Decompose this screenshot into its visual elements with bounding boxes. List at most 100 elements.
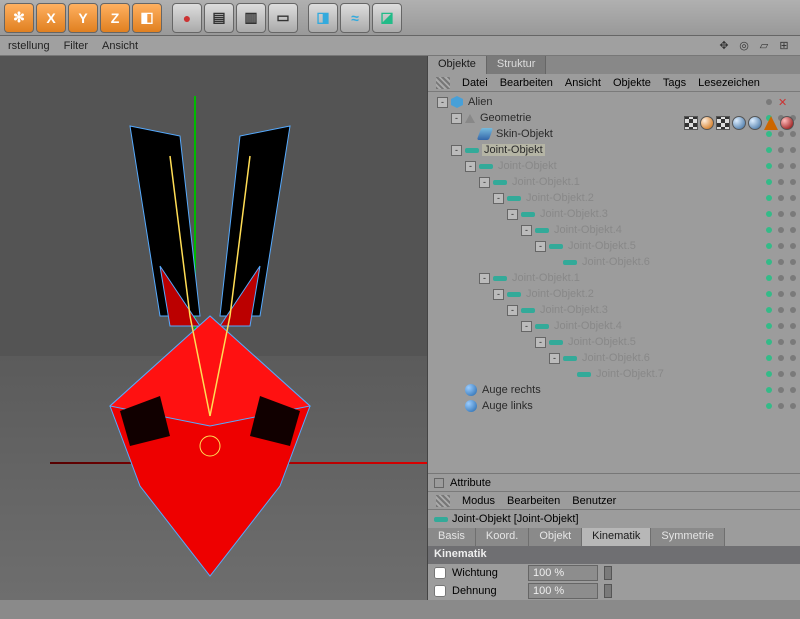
tag-texture-icon[interactable] (684, 116, 698, 130)
tree-row[interactable]: -Joint-Objekt (430, 158, 798, 174)
bone-icon (535, 324, 549, 329)
axis-y-button[interactable]: Y (68, 3, 98, 33)
tree-row[interactable]: -Joint-Objekt.3 (430, 302, 798, 318)
menu-item[interactable]: Lesezeichen (698, 77, 760, 89)
spline-button[interactable]: ≈ (340, 3, 370, 33)
field-checkbox[interactable] (434, 585, 446, 597)
field-value[interactable]: 100 % (528, 565, 598, 581)
expander-icon[interactable]: - (493, 289, 504, 300)
target-icon[interactable]: ◎ (736, 38, 752, 54)
tree-row[interactable]: -Joint-Objekt (430, 142, 798, 158)
tab-objects[interactable]: Objekte (428, 56, 487, 74)
tree-label: Joint-Objekt.7 (594, 368, 666, 380)
menu-item[interactable]: Filter (64, 40, 88, 52)
expander-icon[interactable]: - (507, 305, 518, 316)
tree-label: Alien (466, 96, 494, 108)
expander-icon[interactable]: - (507, 209, 518, 220)
tree-row[interactable]: Auge rechts (430, 382, 798, 398)
menu-item[interactable]: Tags (663, 77, 686, 89)
menu-item[interactable]: Ansicht (102, 40, 138, 52)
menu-item[interactable]: Ansicht (565, 77, 601, 89)
field-checkbox[interactable] (434, 567, 446, 579)
tree-label: Skin-Objekt (494, 128, 555, 140)
menu-item[interactable]: Benutzer (572, 495, 616, 507)
tree-row[interactable]: Joint-Objekt.6 (430, 254, 798, 270)
menu-item[interactable]: Datei (462, 77, 488, 89)
tree-row[interactable]: -Joint-Objekt.3 (430, 206, 798, 222)
record-button[interactable]: ● (172, 3, 202, 33)
attr-tab[interactable]: Kinematik (582, 528, 651, 546)
axis-x-button[interactable]: X (36, 3, 66, 33)
clapper-button[interactable]: ▥ (236, 3, 266, 33)
frame-button[interactable]: ▭ (268, 3, 298, 33)
expander-icon[interactable]: - (451, 145, 462, 156)
field-value[interactable]: 100 % (528, 583, 598, 599)
tag-phong-icon[interactable] (700, 116, 714, 130)
tree-row[interactable]: -Joint-Objekt.2 (430, 286, 798, 302)
menu-item[interactable]: Objekte (613, 77, 651, 89)
tree-label: Joint-Objekt.2 (524, 192, 596, 204)
attr-tab[interactable]: Basis (428, 528, 476, 546)
spinner-icon[interactable] (604, 566, 612, 580)
expander-icon[interactable]: - (549, 353, 560, 364)
tree-label: Joint-Objekt.6 (580, 352, 652, 364)
tag-sphere-icon[interactable] (780, 116, 794, 130)
tree-row[interactable]: - Joint-Objekt.1 (430, 174, 798, 190)
grip-icon[interactable] (436, 77, 450, 89)
cube-tool-button[interactable]: ◧ (132, 3, 162, 33)
bone-icon (563, 356, 577, 361)
expander-icon[interactable]: - (479, 273, 490, 284)
tree-label: Geometrie (478, 112, 533, 124)
tree-row[interactable]: -Joint-Objekt.4 (430, 222, 798, 238)
expander-icon[interactable]: - (493, 193, 504, 204)
alien-model[interactable] (60, 116, 360, 616)
expander-icon[interactable]: - (451, 113, 462, 124)
attr-tab[interactable]: Symmetrie (651, 528, 725, 546)
expander-icon[interactable]: - (437, 97, 448, 108)
nurbs-button[interactable]: ◪ (372, 3, 402, 33)
3d-viewport[interactable] (0, 56, 428, 600)
tree-row[interactable]: Joint-Objekt.7 (430, 366, 798, 382)
autokey-button[interactable]: ▤ (204, 3, 234, 33)
tag-material-icon[interactable] (732, 116, 746, 130)
spinner-icon[interactable] (604, 584, 612, 598)
expander-icon[interactable]: - (535, 241, 546, 252)
menu-item[interactable]: Modus (462, 495, 495, 507)
expander-icon[interactable]: - (535, 337, 546, 348)
grid-icon[interactable]: ⊞ (776, 38, 792, 54)
menu-item[interactable]: rstellung (8, 40, 50, 52)
layers-icon[interactable]: ▱ (756, 38, 772, 54)
attr-tab[interactable]: Koord. (476, 528, 529, 546)
tree-row[interactable]: -Joint-Objekt.1 (430, 270, 798, 286)
tree-row[interactable]: Auge links (430, 398, 798, 414)
expander-icon[interactable]: - (479, 177, 490, 188)
attr-tab[interactable]: Objekt (529, 528, 582, 546)
grip-icon[interactable] (436, 495, 450, 507)
tree-row[interactable]: -Joint-Objekt.5 (430, 238, 798, 254)
tree-row[interactable]: - Joint-Objekt.2 (430, 190, 798, 206)
bone-icon (521, 212, 535, 217)
tag-uv-icon[interactable] (716, 116, 730, 130)
primitive-button[interactable]: ◨ (308, 3, 338, 33)
menu-item[interactable]: Bearbeiten (507, 495, 560, 507)
expander-icon[interactable]: - (521, 225, 532, 236)
expander-icon[interactable]: - (521, 321, 532, 332)
field-label: Dehnung (452, 585, 522, 597)
joint-icon (434, 517, 448, 522)
tree-row[interactable]: - Alien (430, 94, 798, 110)
object-tree[interactable]: ✕ -Alien-GeometrieSkin-Objekt-Joint-Obje… (428, 92, 800, 473)
menu-item[interactable]: Bearbeiten (500, 77, 553, 89)
move-icon[interactable]: ✥ (716, 38, 732, 54)
axis-z-button[interactable]: Z (100, 3, 130, 33)
expander-icon[interactable]: - (465, 161, 476, 172)
tag-tri-icon[interactable] (764, 116, 778, 130)
checkbox-icon[interactable] (434, 478, 444, 488)
attribute-manager: Attribute Modus Bearbeiten Benutzer Join… (428, 473, 800, 600)
tag-material2-icon[interactable] (748, 116, 762, 130)
tree-row[interactable]: -Joint-Objekt.4 (430, 318, 798, 334)
tree-row[interactable]: - Joint-Objekt.6 (430, 350, 798, 366)
tab-structure[interactable]: Struktur (487, 56, 547, 74)
tree-label: Joint-Objekt.1 (510, 176, 582, 188)
snap-button[interactable]: ✻ (4, 3, 34, 33)
tree-row[interactable]: -Joint-Objekt.5 (430, 334, 798, 350)
